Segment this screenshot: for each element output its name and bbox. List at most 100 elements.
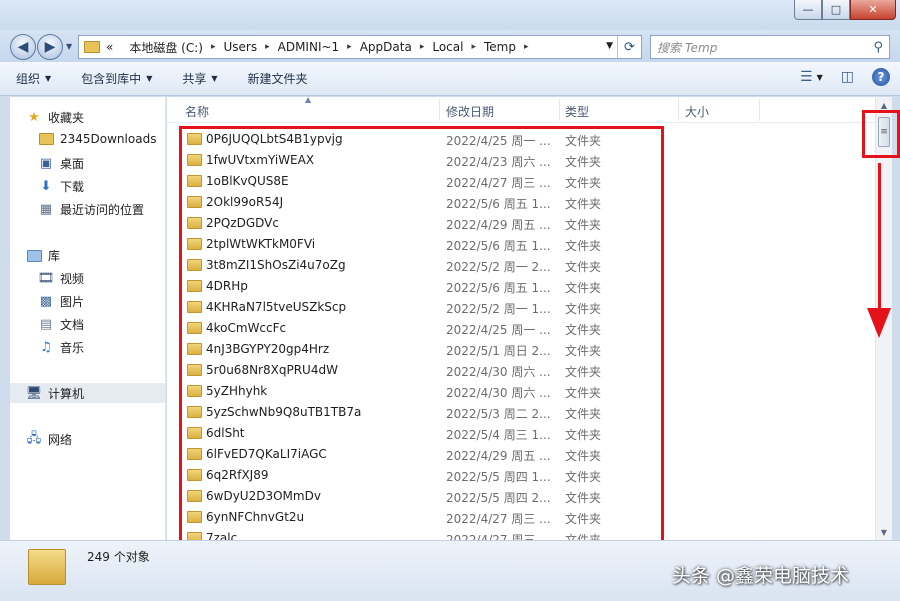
address-bar[interactable]: « 本地磁盘 (C:) ▸ Users ▸ ADMINI~1 ▸ AppData…	[78, 35, 642, 59]
column-divider[interactable]	[759, 99, 760, 121]
chevron-right-icon[interactable]: ▸	[211, 42, 216, 52]
breadcrumb-local[interactable]: Local	[432, 40, 463, 54]
share-button[interactable]: 共享 ▼	[182, 70, 217, 87]
table-row[interactable]: 2PQzDGDVc 2022/4/29 周五 ... 文件夹	[167, 213, 875, 234]
nav-music[interactable]: ♫ 音乐	[38, 339, 84, 356]
breadcrumb-c-drive[interactable]: 本地磁盘 (C:)	[129, 39, 203, 56]
scrollbar-thumb[interactable]: ≡	[878, 117, 890, 147]
table-row[interactable]: 6ynNFChnvGt2u 2022/4/27 周三 ... 文件夹	[167, 507, 875, 528]
search-input[interactable]: 搜索 Temp ⚲	[650, 35, 890, 59]
table-row[interactable]: 1oBlKvQUS8E 2022/4/27 周三 ... 文件夹	[167, 171, 875, 192]
new-folder-button[interactable]: 新建文件夹	[248, 70, 308, 87]
file-name: 2PQzDGDVc	[206, 216, 279, 230]
file-date: 2022/5/5 周四 2...	[446, 491, 551, 505]
file-name: 0P6JUQQLbtS4B1ypvjg	[206, 132, 343, 146]
breadcrumb-users[interactable]: Users	[223, 40, 257, 54]
command-bar: 组织 ▼ 包含到库中 ▼ 共享 ▼ 新建文件夹 ☰ ▼ ◫ ?	[0, 62, 900, 96]
table-row[interactable]: 6wDyU2D3OMmDv 2022/5/5 周四 2... 文件夹	[167, 486, 875, 507]
table-row[interactable]: 5yzSchwNb9Q8uTB1TB7a 2022/5/3 周二 2... 文件…	[167, 402, 875, 423]
table-row[interactable]: 0P6JUQQLbtS4B1ypvjg 2022/4/25 周一 ... 文件夹	[167, 129, 875, 150]
nav-videos[interactable]: 🎞 视频	[38, 270, 84, 287]
table-row[interactable]: 4nJ3BGYPY20gp4Hrz 2022/5/1 周日 2... 文件夹	[167, 339, 875, 360]
nav-computer[interactable]: 🖥 计算机	[26, 385, 84, 402]
title-bar: — □ ✕	[0, 0, 900, 30]
table-row[interactable]: 7zalc 2022/4/27 周三 ... 文件夹	[167, 528, 875, 540]
computer-icon: 🖥	[25, 386, 43, 401]
recent-pages-dropdown[interactable]: ▼	[66, 42, 72, 51]
table-row[interactable]: 4DRHp 2022/5/6 周五 1... 文件夹	[167, 276, 875, 297]
include-in-library-label: 包含到库中	[81, 72, 142, 86]
picture-icon: ▩	[39, 294, 53, 309]
chevron-right-icon[interactable]: ▸	[420, 42, 425, 52]
maximize-button[interactable]: □	[822, 0, 850, 20]
table-row[interactable]: 2Okl99oR54J 2022/5/6 周五 1... 文件夹	[167, 192, 875, 213]
column-header-name[interactable]: 名称	[185, 103, 209, 120]
table-row[interactable]: 3t8mZI1ShOsZi4u7oZg 2022/5/2 周一 2... 文件夹	[167, 255, 875, 276]
file-type: 文件夹	[565, 302, 602, 316]
nav-label: 库	[48, 249, 61, 263]
close-button[interactable]: ✕	[850, 0, 896, 20]
view-options-icon[interactable]: ☰	[800, 69, 813, 85]
nav-libraries[interactable]: 库	[26, 247, 60, 264]
refresh-icon[interactable]: ⟳	[617, 36, 641, 58]
chevron-down-icon: ▼	[211, 74, 218, 83]
folder-icon	[187, 469, 202, 481]
nav-downloads[interactable]: ⬇ 下载	[38, 178, 84, 195]
table-row[interactable]: 5r0u68Nr8XqPRU4dW 2022/4/30 周六 ... 文件夹	[167, 360, 875, 381]
navigation-pane: ★ 收藏夹 2345Downloads ▣ 桌面 ⬇ 下载 ▦ 最近访问的位置 …	[10, 97, 166, 540]
scroll-up-arrow-icon[interactable]: ▲	[876, 97, 892, 113]
chevron-right-icon[interactable]: ▸	[347, 42, 352, 52]
forward-button[interactable]: ▶	[37, 34, 63, 60]
minimize-button[interactable]: —	[794, 0, 822, 20]
nav-pictures[interactable]: ▩ 图片	[38, 293, 84, 310]
scroll-down-arrow-icon[interactable]: ▼	[876, 524, 892, 540]
nav-documents[interactable]: ▤ 文档	[38, 316, 84, 333]
table-row[interactable]: 4KHRaN7l5tveUSZkScp 2022/5/2 周一 1... 文件夹	[167, 297, 875, 318]
chevron-down-icon[interactable]: ▼	[606, 41, 613, 51]
chevron-right-icon[interactable]: ▸	[524, 42, 529, 52]
nav-favorites[interactable]: ★ 收藏夹	[26, 109, 84, 126]
column-divider[interactable]	[439, 99, 440, 121]
folder-icon	[187, 280, 202, 292]
breadcrumb-overflow[interactable]: «	[106, 40, 113, 54]
column-header-size[interactable]: 大小	[685, 103, 709, 120]
preview-pane-icon[interactable]: ◫	[841, 69, 854, 85]
help-icon[interactable]: ?	[872, 68, 890, 86]
column-divider[interactable]	[559, 99, 560, 121]
file-type: 文件夹	[565, 491, 602, 505]
organize-button[interactable]: 组织 ▼	[16, 70, 51, 87]
breadcrumb-admini[interactable]: ADMINI~1	[278, 40, 340, 54]
document-icon: ▤	[39, 317, 53, 332]
column-header-date[interactable]: 修改日期	[446, 103, 494, 120]
chevron-right-icon[interactable]: ▸	[471, 42, 476, 52]
file-type: 文件夹	[565, 218, 602, 232]
breadcrumb-temp[interactable]: Temp	[484, 40, 516, 54]
table-row[interactable]: 4koCmWccFc 2022/4/25 周一 ... 文件夹	[167, 318, 875, 339]
nav-recent-places[interactable]: ▦ 最近访问的位置	[38, 201, 144, 218]
column-header-type[interactable]: 类型	[565, 103, 589, 120]
nav-desktop[interactable]: ▣ 桌面	[38, 155, 84, 172]
chevron-right-icon[interactable]: ▸	[265, 42, 270, 52]
table-row[interactable]: 1fwUVtxmYiWEAX 2022/4/23 周六 ... 文件夹	[167, 150, 875, 171]
nav-label: 桌面	[60, 157, 85, 171]
include-in-library-button[interactable]: 包含到库中 ▼	[81, 70, 152, 87]
folder-icon	[187, 322, 202, 334]
breadcrumb-appdata[interactable]: AppData	[360, 40, 412, 54]
file-name: 6wDyU2D3OMmDv	[206, 489, 321, 503]
table-row[interactable]: 6lFvED7QKaLI7iAGC 2022/4/29 周五 ... 文件夹	[167, 444, 875, 465]
table-row[interactable]: 6dlSht 2022/5/4 周三 1... 文件夹	[167, 423, 875, 444]
table-row[interactable]: 2tplWtWKTkM0FVi 2022/5/6 周五 1... 文件夹	[167, 234, 875, 255]
nav-network[interactable]: 🖧 网络	[26, 431, 72, 448]
annotation-arrow-shaft	[878, 163, 881, 315]
file-date: 2022/4/27 周三 ...	[446, 176, 551, 190]
folder-icon	[187, 217, 202, 229]
address-row: ◀ ▶ ▼ « 本地磁盘 (C:) ▸ Users ▸ ADMINI~1 ▸ A…	[0, 30, 900, 62]
table-row[interactable]: 5yZHhyhk 2022/4/30 周六 ... 文件夹	[167, 381, 875, 402]
search-icon[interactable]: ⚲	[873, 40, 883, 55]
column-divider[interactable]	[678, 99, 679, 121]
nav-2345downloads[interactable]: 2345Downloads	[38, 132, 156, 146]
folder-icon	[28, 549, 66, 585]
table-row[interactable]: 6q2RfXJ89 2022/5/5 周四 1... 文件夹	[167, 465, 875, 486]
chevron-down-icon[interactable]: ▼	[817, 73, 823, 82]
back-button[interactable]: ◀	[10, 34, 36, 60]
